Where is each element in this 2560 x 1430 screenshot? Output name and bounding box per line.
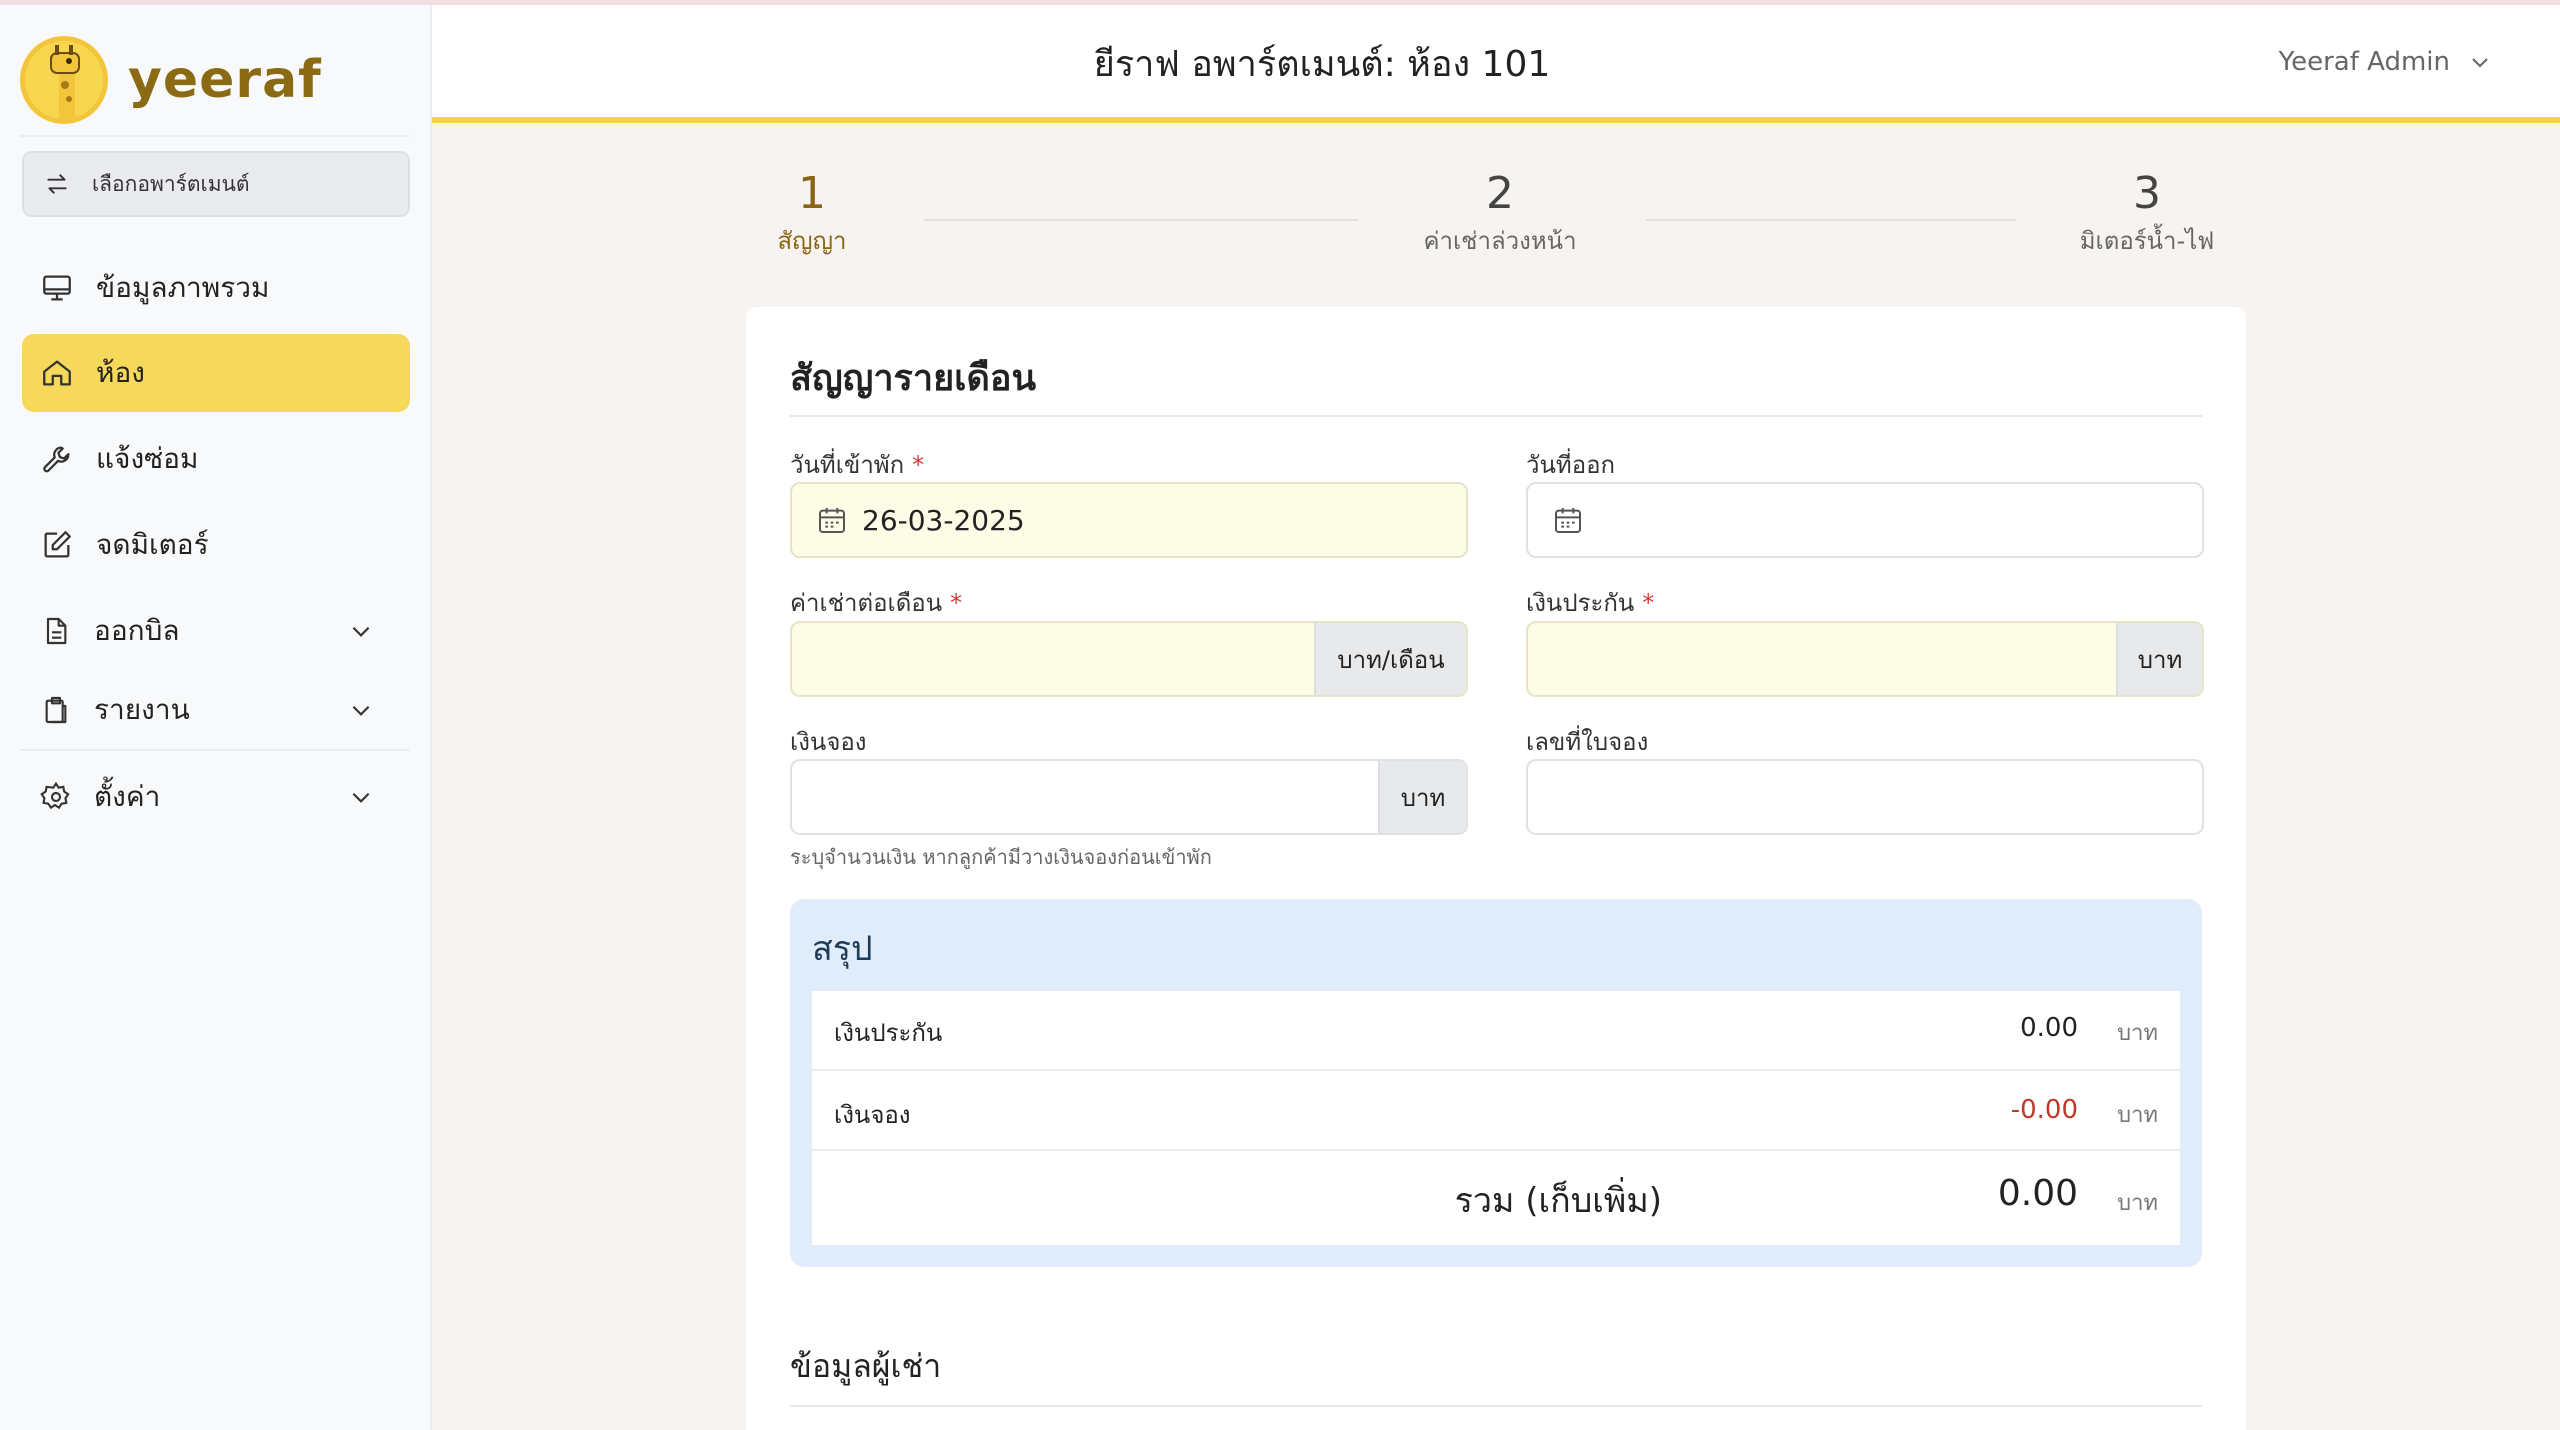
step-contract[interactable]: 1 สัญญา [770, 168, 854, 260]
summary-total-unit: บาท [2117, 1191, 2158, 1216]
chevron-down-icon [2472, 58, 2488, 68]
sidebar-item-label: ออกบิล [94, 614, 180, 647]
deposit-input[interactable]: บาท [1526, 621, 2204, 697]
step-number: 1 [798, 168, 826, 219]
step-meters[interactable]: 3 มิเตอร์น้ำ-ไฟ [2072, 168, 2222, 260]
sidebar-divider [20, 135, 410, 137]
booking-number-value [1528, 761, 1542, 833]
logo[interactable]: yeeraf [20, 35, 322, 125]
sidebar-item-label: ตั้งค่า [94, 780, 161, 813]
step-connector [924, 219, 1358, 221]
apartment-select-label: เลือกอพาร์ตเมนต์ [92, 171, 250, 196]
monthly-rent-value [792, 623, 806, 695]
home-icon [43, 360, 71, 386]
wrench-icon [43, 446, 70, 473]
booking-number-label: เลขที่ใบจอง [1526, 728, 1649, 756]
summary-row-unit: บาท [2117, 1103, 2158, 1128]
page-title: ยีราฟ อพาร์ตเมนต์: ห้อง 101 [1093, 44, 1551, 85]
step-label: สัญญา [777, 227, 847, 255]
sidebar-item-settings[interactable]: ตั้งค่า [22, 758, 410, 836]
edit-icon [44, 531, 71, 558]
giraffe-logo-icon [20, 36, 108, 124]
form-divider [790, 415, 2202, 417]
step-label: มิเตอร์น้ำ-ไฟ [2079, 227, 2215, 255]
summary-row-label: เงินประกัน [834, 1019, 943, 1047]
contract-form-card: สัญญารายเดือน วันที่เข้าพัก * 26-03-2025 … [746, 307, 2246, 1430]
deposit-unit: บาท [2116, 623, 2202, 695]
summary-row-label: เงินจอง [834, 1101, 911, 1129]
top-header: ยีราฟ อพาร์ตเมนต์: ห้อง 101 Yeeraf Admin [432, 5, 2560, 123]
monthly-rent-unit: บาท/เดือน [1314, 623, 1466, 695]
sidebar: yeeraf เลือกอพาร์ตเมนต์ ข้อมูลภาพรวม ห้อ… [0, 5, 432, 1430]
required-mark: * [950, 589, 963, 617]
monthly-rent-label: ค่าเช่าต่อเดือน * [790, 583, 962, 622]
clipboard-icon [45, 696, 67, 724]
sidebar-item-billing[interactable]: ออกบิล [22, 592, 410, 670]
deposit-label: เงินประกัน * [1526, 583, 1654, 622]
summary-row-unit: บาท [2117, 1021, 2158, 1046]
summary-row-amount: -0.00 [2010, 1095, 2078, 1125]
booking-fee-input[interactable]: บาท [790, 759, 1468, 835]
admin-menu[interactable]: Yeeraf Admin [2279, 47, 2492, 77]
required-mark: * [1642, 589, 1655, 617]
logo-text: yeeraf [128, 50, 322, 110]
monthly-rent-label-text: ค่าเช่าต่อเดือน [790, 589, 943, 617]
step-label: ค่าเช่าล่วงหน้า [1423, 227, 1577, 255]
form-title: สัญญารายเดือน [790, 358, 1037, 399]
document-icon [46, 617, 67, 645]
summary-row-booking-fee: เงินจอง -0.00 บาท [812, 1071, 2180, 1151]
gear-icon [40, 781, 70, 810]
step-number: 2 [1486, 168, 1514, 219]
summary-row-deposit: เงินประกัน 0.00 บาท [812, 991, 2180, 1071]
sidebar-item-label: แจ้งซ่อม [96, 442, 199, 475]
booking-fee-label: เงินจอง [790, 728, 867, 756]
sidebar-item-meter[interactable]: จดมิเตอร์ [22, 506, 410, 584]
tenant-section-title: ข้อมูลผู้เช่า [790, 1347, 942, 1385]
move-out-label: วันที่ออก [1526, 451, 1616, 479]
swap-arrows-icon [47, 174, 67, 194]
booking-fee-helper: ระบุจำนวนเงิน หากลูกค้ามีวางเงินจองก่อนเ… [790, 845, 1212, 869]
apartment-select-button[interactable]: เลือกอพาร์ตเมนต์ [22, 151, 410, 217]
sidebar-item-label: ข้อมูลภาพรวม [96, 271, 270, 304]
move-out-date-value [1584, 484, 1598, 556]
admin-name: Yeeraf Admin [2278, 47, 2450, 77]
summary-panel: สรุป เงินประกัน 0.00 บาท เงินจอง -0.00 บ… [790, 899, 2202, 1267]
move-out-date-input[interactable] [1526, 482, 2204, 558]
sidebar-item-reports[interactable]: รายงาน [22, 671, 410, 749]
tenant-divider [790, 1405, 2202, 1407]
chevron-down-icon [352, 792, 370, 803]
deposit-label-text: เงินประกัน [1526, 589, 1635, 617]
sidebar-divider [20, 749, 410, 751]
sidebar-item-label: จดมิเตอร์ [96, 528, 209, 561]
calendar-icon [1555, 508, 1581, 533]
deposit-value [1528, 623, 1542, 695]
required-mark: * [912, 451, 925, 479]
chevron-down-icon [352, 705, 370, 716]
move-in-label: วันที่เข้าพัก * [790, 445, 924, 484]
step-connector [1646, 219, 2016, 221]
summary-row-total: รวม (เก็บเพิ่ม) 0.00 บาท [812, 1151, 2180, 1245]
booking-fee-value [792, 761, 806, 833]
summary-total-amount: 0.00 [1997, 1173, 2078, 1214]
summary-total-label: รวม (เก็บเพิ่ม) [1454, 1181, 1662, 1221]
sidebar-item-repairs[interactable]: แจ้งซ่อม [22, 420, 410, 498]
calendar-icon [819, 508, 845, 533]
sidebar-item-overview[interactable]: ข้อมูลภาพรวม [22, 249, 410, 327]
chevron-down-icon [352, 626, 370, 637]
monthly-rent-input[interactable]: บาท/เดือน [790, 621, 1468, 697]
summary-title: สรุป [812, 929, 873, 969]
sidebar-item-rooms[interactable]: ห้อง [22, 334, 410, 412]
summary-row-amount: 0.00 [2020, 1013, 2078, 1043]
step-advance-rent[interactable]: 2 ค่าเช่าล่วงหน้า [1410, 168, 1590, 260]
sidebar-item-label: ห้อง [96, 356, 145, 389]
monitor-icon [43, 275, 71, 301]
booking-fee-unit: บาท [1378, 761, 1466, 833]
booking-number-input[interactable] [1526, 759, 2204, 835]
step-number: 3 [2133, 168, 2161, 219]
summary-table: เงินประกัน 0.00 บาท เงินจอง -0.00 บาท รว… [812, 991, 2180, 1245]
sidebar-item-label: รายงาน [94, 693, 190, 726]
move-in-date-value: 26-03-2025 [862, 503, 1025, 537]
move-in-label-text: วันที่เข้าพัก [790, 451, 905, 479]
move-in-date-input[interactable]: 26-03-2025 [790, 482, 1468, 558]
